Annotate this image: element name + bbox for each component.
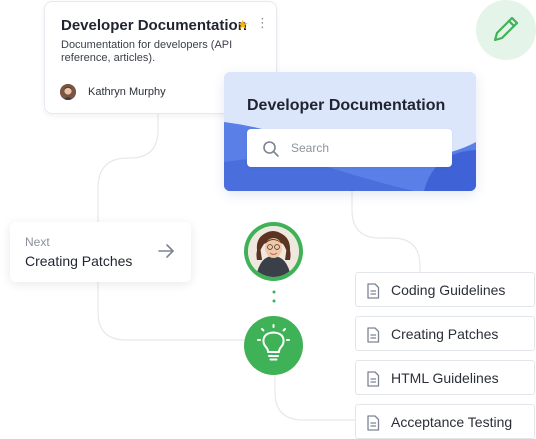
list-item-creating-patches[interactable]: Creating Patches (355, 316, 535, 351)
document-icon (367, 327, 380, 343)
list-item-html-guidelines[interactable]: HTML Guidelines (355, 360, 535, 395)
dotted-connector (272, 290, 276, 303)
list-item-label: HTML Guidelines (391, 370, 499, 386)
list-item-label: Coding Guidelines (391, 282, 506, 298)
star-icon[interactable]: ★ (237, 17, 249, 33)
search-icon (263, 141, 279, 157)
edit-button[interactable] (476, 0, 536, 60)
document-icon (367, 415, 380, 431)
next-label: Next (25, 235, 50, 249)
doc-card-title: Developer Documentation (61, 17, 247, 34)
doc-card-description: Documentation for developers (API refere… (61, 39, 233, 64)
lightbulb-icon (257, 324, 290, 361)
author-name: Kathryn Murphy (88, 86, 166, 98)
next-article-card[interactable]: Next Creating Patches (10, 222, 191, 282)
hero-card: Developer Documentation Search (224, 72, 476, 191)
hero-title: Developer Documentation (247, 97, 446, 114)
author-avatar (60, 84, 76, 100)
document-icon (367, 371, 380, 387)
list-item-label: Acceptance Testing (391, 414, 513, 430)
pencil-icon (493, 16, 519, 42)
arrow-right-icon (158, 244, 174, 258)
user-avatar[interactable] (244, 222, 303, 281)
next-title: Creating Patches (25, 253, 133, 269)
list-item-coding-guidelines[interactable]: Coding Guidelines (355, 272, 535, 307)
idea-button[interactable] (244, 316, 303, 375)
search-placeholder: Search (291, 141, 330, 155)
list-item-label: Creating Patches (391, 326, 499, 342)
list-item-acceptance-testing[interactable]: Acceptance Testing (355, 404, 535, 439)
kebab-menu-icon[interactable]: ⋮ (256, 15, 269, 31)
search-input[interactable]: Search (247, 129, 452, 167)
document-icon (367, 283, 380, 299)
